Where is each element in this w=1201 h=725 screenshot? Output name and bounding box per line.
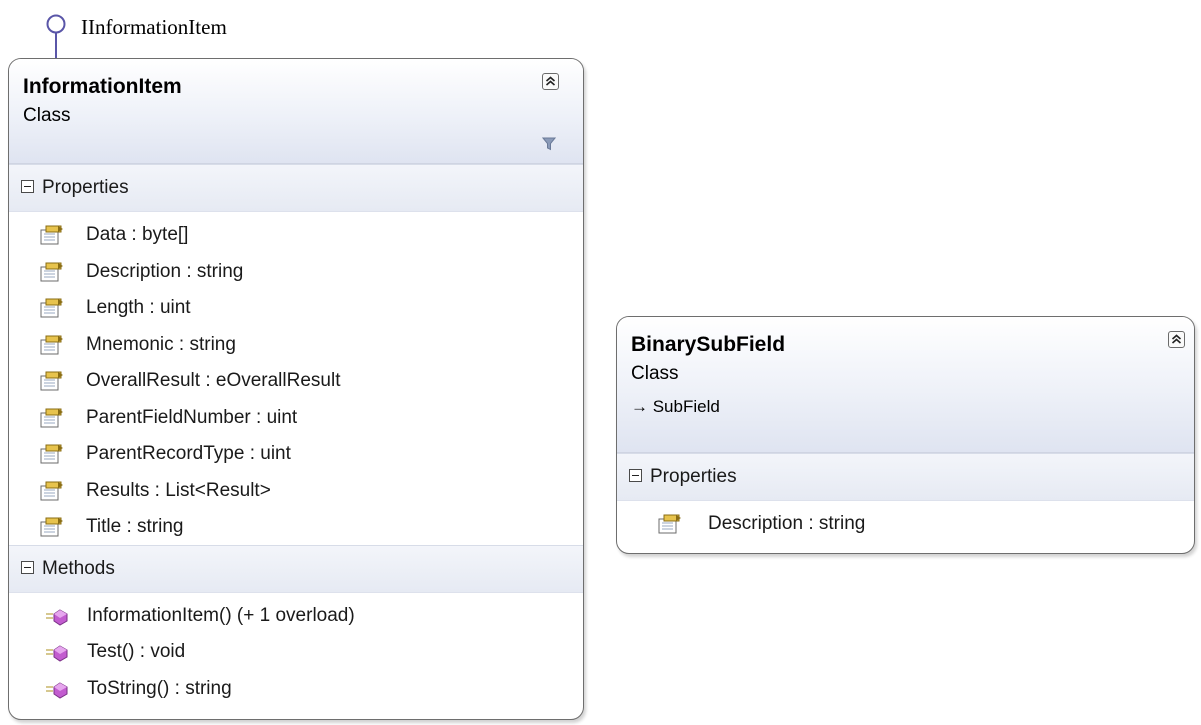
property-label: Title : string bbox=[86, 516, 184, 537]
property-item[interactable]: OverallResult : eOverallResult bbox=[9, 364, 583, 401]
minus-box-icon[interactable] bbox=[21, 180, 34, 193]
class-name: InformationItem bbox=[23, 75, 182, 98]
properties-list: Description : string bbox=[617, 501, 1194, 544]
double-chevron-up-icon bbox=[1171, 334, 1182, 344]
property-item[interactable]: ParentRecordType : uint bbox=[9, 437, 583, 474]
property-icon bbox=[39, 261, 65, 288]
property-label: Length : uint bbox=[86, 297, 191, 318]
method-item[interactable]: ToString() : string bbox=[9, 672, 583, 709]
class-header[interactable]: InformationItem Class bbox=[9, 59, 583, 164]
method-label: ToString() : string bbox=[87, 677, 232, 699]
properties-list: Data : byte[] Description : string Lengt… bbox=[9, 212, 583, 547]
filter-funnel-icon[interactable] bbox=[542, 137, 556, 151]
double-chevron-up-icon bbox=[545, 76, 556, 86]
section-title-properties: Properties bbox=[650, 466, 737, 487]
properties-section-header[interactable]: Properties bbox=[9, 164, 583, 212]
property-item[interactable]: ParentFieldNumber : uint bbox=[9, 401, 583, 438]
class-shape-binary-sub-field[interactable]: BinarySubField Class → SubField Properti… bbox=[616, 316, 1195, 554]
property-item[interactable]: Title : string bbox=[9, 510, 583, 547]
property-item[interactable]: Data : byte[] bbox=[9, 218, 583, 255]
method-icon bbox=[45, 608, 71, 631]
class-name: BinarySubField bbox=[631, 333, 786, 356]
method-item[interactable]: Test() : void bbox=[9, 635, 583, 672]
property-item[interactable]: Results : List<Result> bbox=[9, 474, 583, 511]
property-label: Data : byte[] bbox=[86, 224, 189, 245]
collapse-button[interactable] bbox=[1168, 331, 1185, 348]
minus-box-icon[interactable] bbox=[629, 469, 642, 482]
method-label: Test() : void bbox=[87, 641, 186, 662]
property-label: OverallResult : eOverallResult bbox=[86, 370, 341, 391]
property-icon bbox=[39, 516, 65, 543]
property-icon bbox=[39, 443, 65, 470]
method-item[interactable]: InformationItem() (+ 1 overload) bbox=[9, 599, 583, 636]
section-title-methods: Methods bbox=[42, 557, 115, 579]
class-kind: Class bbox=[631, 363, 679, 384]
minus-box-icon[interactable] bbox=[21, 560, 34, 574]
method-icon bbox=[45, 681, 71, 704]
property-label: ParentRecordType : uint bbox=[86, 443, 291, 464]
methods-section-header[interactable]: Methods bbox=[9, 544, 583, 593]
property-icon bbox=[39, 334, 65, 361]
property-item[interactable]: Length : uint bbox=[9, 291, 583, 328]
property-item[interactable]: Mnemonic : string bbox=[9, 328, 583, 365]
collapse-button[interactable] bbox=[542, 73, 559, 90]
property-icon bbox=[657, 513, 683, 540]
property-icon bbox=[39, 297, 65, 324]
property-icon bbox=[39, 224, 65, 251]
property-item[interactable]: Description : string bbox=[9, 255, 583, 292]
property-icon bbox=[39, 480, 65, 507]
property-item[interactable]: Description : string bbox=[617, 507, 1194, 544]
property-label: Results : List<Result> bbox=[86, 479, 271, 501]
class-shape-information-item[interactable]: InformationItem Class Properties Data : … bbox=[8, 58, 584, 720]
methods-list: InformationItem() (+ 1 overload) Test() … bbox=[9, 593, 583, 709]
properties-section-header[interactable]: Properties bbox=[617, 453, 1194, 501]
class-kind: Class bbox=[23, 105, 71, 126]
section-title-properties: Properties bbox=[42, 177, 129, 198]
interface-label: IInformationItem bbox=[81, 15, 227, 39]
property-icon bbox=[39, 370, 65, 397]
method-icon bbox=[45, 644, 71, 667]
base-class[interactable]: → SubField bbox=[631, 397, 720, 417]
property-label: ParentFieldNumber : uint bbox=[86, 406, 298, 428]
property-icon bbox=[39, 407, 65, 434]
method-label: InformationItem() (+ 1 overload) bbox=[87, 604, 355, 626]
property-label: Description : string bbox=[86, 260, 244, 282]
property-label: Mnemonic : string bbox=[86, 333, 236, 355]
property-label: Description : string bbox=[708, 513, 866, 534]
class-header[interactable]: BinarySubField Class → SubField bbox=[617, 317, 1194, 453]
